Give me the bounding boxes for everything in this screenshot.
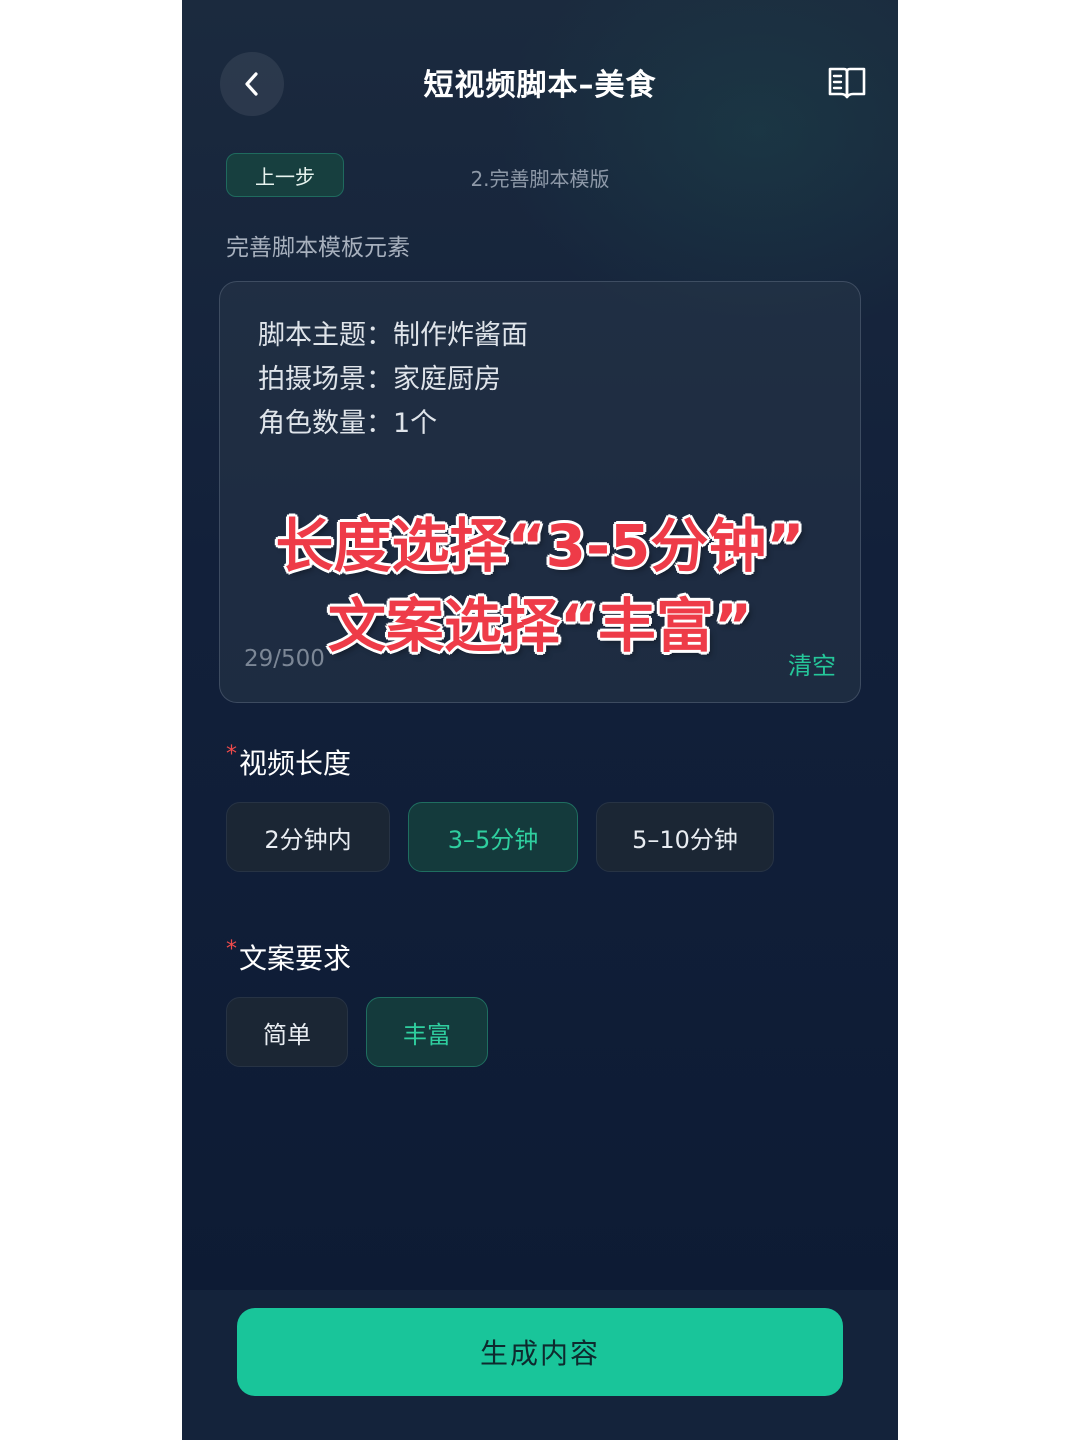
script-line-roles: 角色数量：1个 (258, 408, 438, 439)
current-step-label: 2.完善脚本模版 (470, 167, 610, 191)
generate-content-button[interactable]: 生成内容 (237, 1308, 843, 1396)
copy-option-rich[interactable]: 丰富 (366, 997, 488, 1067)
copy-option-simple[interactable]: 简单 (226, 997, 348, 1067)
video-length-label: *视频长度 (226, 742, 351, 782)
required-mark: * (226, 742, 237, 767)
book-icon (828, 67, 866, 99)
app-screen: 短视频脚本–美食 上一步 2.完善脚本模版 完善脚本模板元素 脚本主题：制作炸酱… (182, 0, 898, 1440)
annotation-line-length: 长度选择“3-5分钟” (275, 512, 805, 580)
copy-requirement-label-text: 文案要求 (239, 942, 352, 975)
required-mark: * (226, 937, 237, 962)
script-textarea[interactable]: 脚本主题：制作炸酱面 拍摄场景：家庭厨房 角色数量：1个 长度选择“3-5分钟”… (219, 281, 861, 703)
clear-button[interactable]: 清空 (788, 646, 836, 681)
script-content: 脚本主题：制作炸酱面 拍摄场景：家庭厨房 角色数量：1个 (258, 314, 528, 446)
page-title: 短视频脚本–美食 (423, 68, 657, 103)
section-caption: 完善脚本模板元素 (226, 235, 410, 261)
bottom-action-bar: 生成内容 (182, 1290, 898, 1440)
char-counter: 29/500 (244, 646, 325, 672)
length-option-under-2min[interactable]: 2分钟内 (226, 802, 390, 872)
copy-requirement-label: *文案要求 (226, 937, 351, 977)
script-line-topic: 脚本主题：制作炸酱面 (258, 320, 528, 351)
length-option-5-10min[interactable]: 5–10分钟 (596, 802, 774, 872)
annotation-overlay: 长度选择“3-5分钟” 文案选择“丰富” (220, 506, 860, 666)
script-line-scene: 拍摄场景：家庭厨房 (258, 364, 501, 395)
guide-button[interactable] (826, 64, 868, 104)
video-length-label-text: 视频长度 (239, 747, 352, 780)
length-option-3-5min[interactable]: 3–5分钟 (408, 802, 578, 872)
